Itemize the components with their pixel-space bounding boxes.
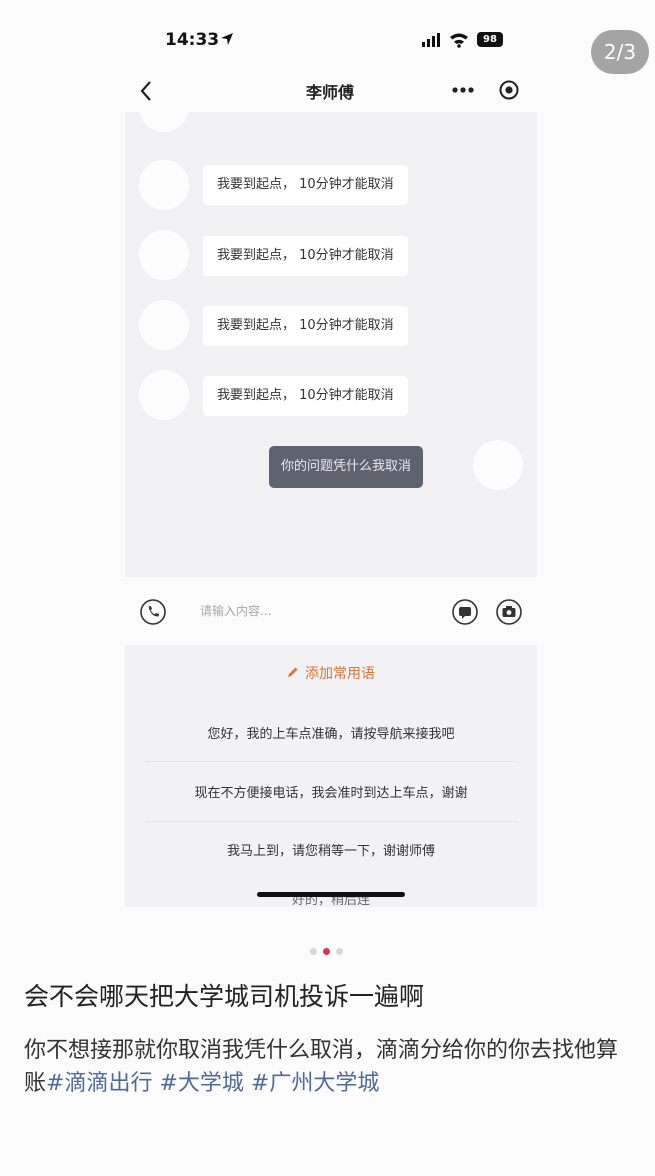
divider bbox=[145, 761, 517, 762]
chat-nav-bar: 李师傅 bbox=[125, 72, 535, 110]
add-common-phrase-button[interactable]: 添加常用语 bbox=[125, 663, 537, 683]
hashtag-link[interactable]: #滴滴出行 bbox=[46, 1071, 152, 1096]
location-arrow-icon bbox=[221, 33, 233, 45]
driver-avatar bbox=[139, 300, 189, 350]
user-avatar bbox=[473, 440, 523, 490]
camera-icon[interactable] bbox=[495, 598, 523, 626]
add-common-phrase-label: 添加常用语 bbox=[305, 666, 375, 682]
post-title: 会不会哪天把大学城司机投诉一遍啊 bbox=[24, 982, 425, 1011]
more-icon[interactable] bbox=[451, 86, 475, 94]
status-time: 14:33 bbox=[165, 30, 220, 50]
user-message: 你的问题凭什么我取消 bbox=[269, 446, 424, 488]
chat-message-list[interactable]: 我要到起点， 10分钟才能取消 我要到起点， 10分钟才能取消 我要到起点， 1… bbox=[125, 112, 537, 577]
pencil-icon bbox=[288, 667, 298, 677]
image-page-counter: 2/3 bbox=[591, 30, 649, 74]
hashtag-link[interactable]: #大学城 bbox=[159, 1071, 243, 1096]
driver-message: 我要到起点， 10分钟才能取消 bbox=[203, 165, 408, 205]
phrase-item[interactable]: 我马上到，请您稍等一下，谢谢师傅 bbox=[125, 840, 537, 859]
close-target-icon[interactable] bbox=[498, 79, 520, 101]
phrase-item[interactable]: 现在不方便接电话，我会准时到达上车点，谢谢 bbox=[125, 782, 537, 801]
home-indicator bbox=[257, 892, 405, 897]
signal-icon bbox=[422, 33, 440, 47]
driver-message: 我要到起点， 10分钟才能取消 bbox=[203, 306, 408, 346]
status-bar: 14:33 98 bbox=[125, 26, 525, 56]
driver-avatar bbox=[139, 370, 189, 420]
message-input-bar: 请输入内容... bbox=[125, 585, 537, 637]
battery-indicator: 98 bbox=[477, 32, 503, 47]
hashtag-link[interactable]: #广州大学城 bbox=[251, 1071, 379, 1096]
phone-icon[interactable] bbox=[139, 598, 167, 626]
driver-avatar bbox=[139, 230, 189, 280]
common-phrases-panel: 添加常用语 您好，我的上车点准确，请按导航来接我吧 现在不方便接电话，我会准时到… bbox=[125, 645, 537, 907]
image-pagination-dots[interactable] bbox=[310, 940, 349, 955]
driver-avatar bbox=[139, 112, 189, 132]
wifi-icon bbox=[450, 33, 468, 48]
pagination-dot[interactable] bbox=[310, 948, 317, 955]
driver-message: 我要到起点， 10分钟才能取消 bbox=[203, 376, 408, 416]
embedded-screenshot[interactable]: 14:33 98 李师傅 我要到起点， 10分钟才能取消 我要到起点， 10分钟… bbox=[0, 0, 655, 915]
phrase-item[interactable]: 您好，我的上车点准确，请按导航来接我吧 bbox=[125, 723, 537, 742]
message-input[interactable]: 请输入内容... bbox=[200, 602, 271, 619]
pagination-dot-active[interactable] bbox=[323, 948, 330, 955]
divider bbox=[145, 821, 517, 822]
pagination-dot[interactable] bbox=[336, 948, 343, 955]
post-body: 你不想接那就你取消我凭什么取消，滴滴分给你的你去找他算账#滴滴出行 #大学城 #… bbox=[24, 1034, 639, 1100]
driver-message: 我要到起点， 10分钟才能取消 bbox=[203, 236, 408, 276]
quick-reply-icon[interactable] bbox=[451, 598, 479, 626]
driver-avatar bbox=[139, 160, 189, 210]
post-page: 14:33 98 李师傅 我要到起点， 10分钟才能取消 我要到起点， 10分钟… bbox=[0, 0, 655, 1176]
